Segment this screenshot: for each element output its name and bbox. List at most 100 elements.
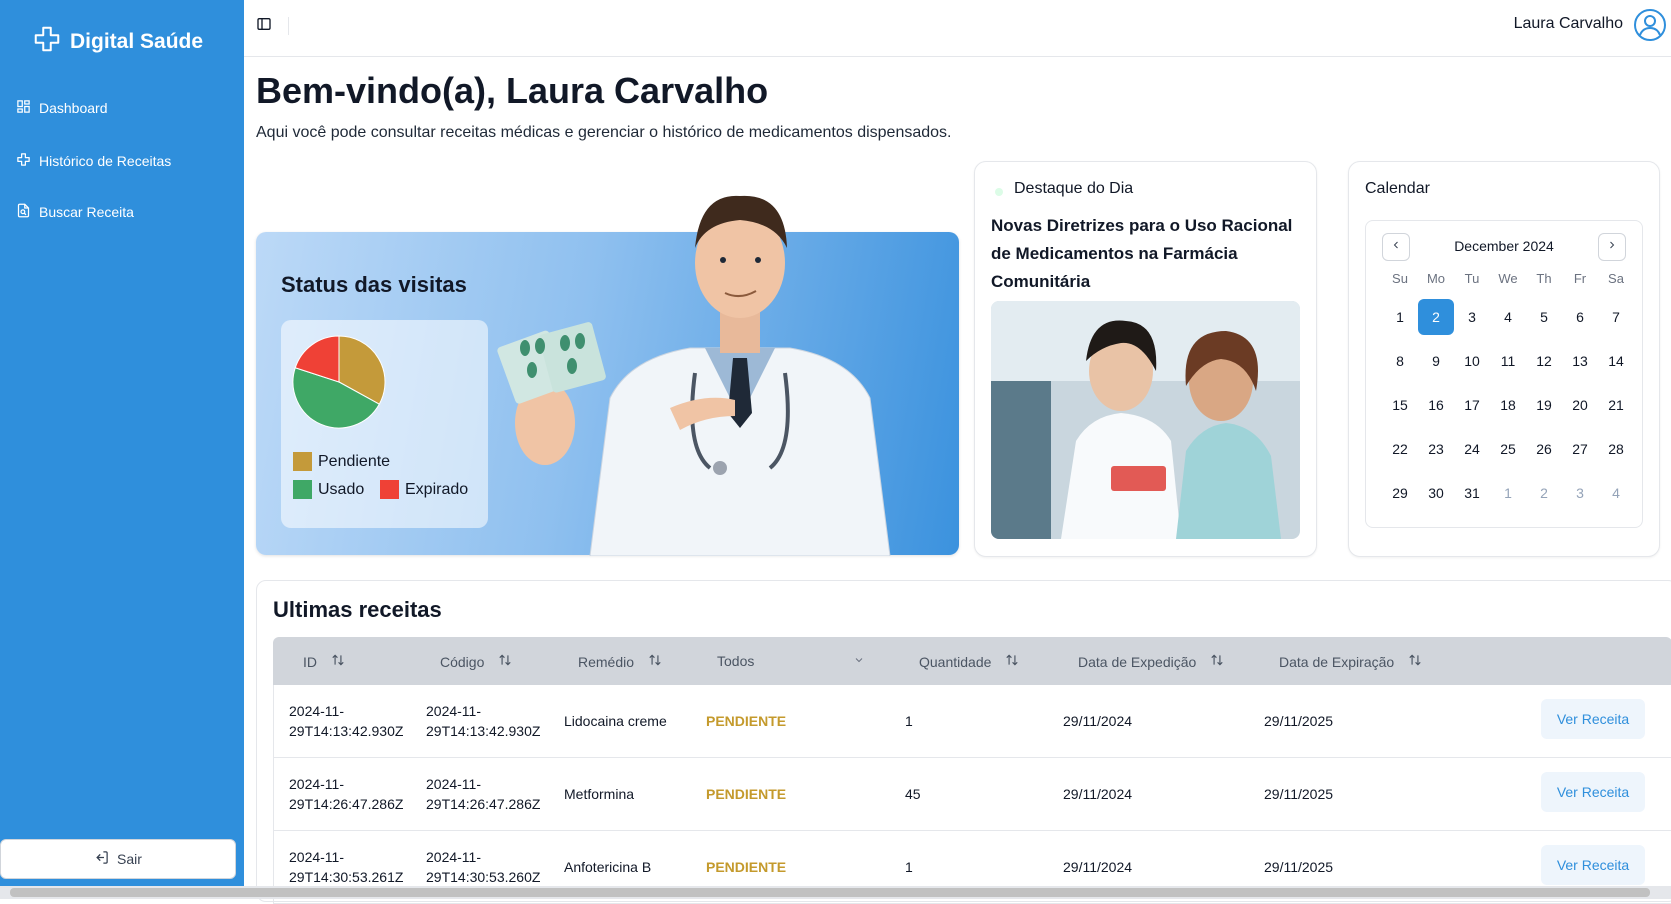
calendar-grid: Su Mo Tu We Th Fr Sa 1 2 3 4 5 6 7 8 9 10 11 12 13 14 15 16 17 1… xyxy=(1382,271,1634,511)
brand-name: Digital Saúde xyxy=(70,29,204,53)
legend-label: Expirado xyxy=(405,480,469,498)
weekday-label: Su xyxy=(1392,271,1408,286)
table-row: 2024-11- 29T14:26:47.286Z 2024-11- 29T14:2… xyxy=(273,758,1671,831)
chevron-down-icon xyxy=(853,653,865,669)
legend-label: Usado xyxy=(318,480,365,498)
grid-icon xyxy=(16,99,31,117)
calendar-day[interactable]: 11 xyxy=(1490,343,1526,379)
scrollbar-thumb[interactable] xyxy=(10,888,1650,897)
user-avatar-icon[interactable] xyxy=(1633,8,1667,42)
calendar-day[interactable]: 10 xyxy=(1454,343,1490,379)
legend-item-pendiente: Pendiente xyxy=(293,452,390,471)
sidebar: Digital Saúde Dashboard Histórico de Rec… xyxy=(0,0,244,886)
calendar-day[interactable]: 5 xyxy=(1526,299,1562,335)
calendar-day[interactable]: 4 xyxy=(1598,475,1634,511)
logout-button[interactable]: Sair xyxy=(0,839,236,879)
status-badge: PENDIENTE xyxy=(706,713,787,729)
logout-icon xyxy=(94,850,109,868)
calendar-day[interactable]: 4 xyxy=(1490,299,1526,335)
calendar-day[interactable]: 23 xyxy=(1418,431,1454,467)
highlight-title[interactable]: Novas Diretrizes para o Uso Racional de … xyxy=(991,212,1301,296)
cell-issued: 29/11/2024 xyxy=(1063,859,1133,875)
calendar-day[interactable]: 3 xyxy=(1454,299,1490,335)
calendar-day[interactable]: 19 xyxy=(1526,387,1562,423)
calendar-day[interactable]: 24 xyxy=(1454,431,1490,467)
calendar-day[interactable]: 20 xyxy=(1562,387,1598,423)
column-header-codigo[interactable]: Código xyxy=(440,653,512,670)
legend-label: Pendiente xyxy=(318,452,391,470)
calendar-day[interactable]: 16 xyxy=(1418,387,1454,423)
calendar-day[interactable]: 12 xyxy=(1526,343,1562,379)
calendar-day[interactable]: 7 xyxy=(1598,299,1634,335)
brand[interactable]: Digital Saúde xyxy=(32,24,203,59)
calendar-day[interactable]: 8 xyxy=(1382,343,1418,379)
calendar-day[interactable]: 30 xyxy=(1418,475,1454,511)
calendar-day[interactable]: 2 xyxy=(1526,475,1562,511)
column-label: Quantidade xyxy=(919,653,992,670)
column-header-quantidade[interactable]: Quantidade xyxy=(919,653,1019,670)
column-label: Data de Expedição xyxy=(1078,653,1197,670)
calendar-day[interactable]: 22 xyxy=(1382,431,1418,467)
sidebar-item-historico[interactable]: Histórico de Receitas xyxy=(16,152,171,170)
sidebar-item-dashboard[interactable]: Dashboard xyxy=(16,99,108,117)
cell-remedy: Metformina xyxy=(564,786,635,802)
calendar-day[interactable]: 31 xyxy=(1454,475,1490,511)
cell-quantity: 1 xyxy=(905,713,913,729)
weekday-label: Mo xyxy=(1426,271,1446,286)
calendar-day[interactable]: 28 xyxy=(1598,431,1634,467)
weekday-label: We xyxy=(1498,271,1518,286)
legend-item-expirado: Expirado xyxy=(380,480,468,499)
calendar-day[interactable]: 2 xyxy=(1418,299,1454,335)
weekday-label: Tu xyxy=(1464,271,1480,286)
cell-quantity: 1 xyxy=(905,859,913,875)
calendar-title: Calendar xyxy=(1365,180,1430,197)
calendar-day[interactable]: 26 xyxy=(1526,431,1562,467)
column-header-data-expiracao[interactable]: Data de Expiração xyxy=(1279,653,1422,670)
column-label: Código xyxy=(440,653,485,670)
cell-id: 2024-11- 29T14:13:42.930Z xyxy=(289,703,404,739)
calendar-day[interactable]: 18 xyxy=(1490,387,1526,423)
calendar-day[interactable]: 27 xyxy=(1562,431,1598,467)
calendar-day[interactable]: 13 xyxy=(1562,343,1598,379)
cell-code: 2024-11- 29T14:30:53.260Z xyxy=(426,849,541,885)
sidebar-toggle-icon[interactable] xyxy=(256,16,278,38)
column-header-id[interactable]: ID xyxy=(303,653,345,670)
calendar-day[interactable]: 1 xyxy=(1490,475,1526,511)
view-receipt-button[interactable]: Ver Receita xyxy=(1541,699,1645,739)
calendar-day[interactable]: 9 xyxy=(1418,343,1454,379)
view-receipt-button[interactable]: Ver Receita xyxy=(1541,772,1645,812)
top-bar: Laura Carvalho xyxy=(244,0,1671,57)
calendar-day[interactable]: 21 xyxy=(1598,387,1634,423)
status-filter-dropdown[interactable]: Todos xyxy=(717,653,865,669)
highlight-label: Destaque do Dia xyxy=(1014,180,1134,197)
cell-expires: 29/11/2025 xyxy=(1264,786,1334,802)
column-header-remedio[interactable]: Remédio xyxy=(578,653,662,670)
calendar-day[interactable]: 3 xyxy=(1562,475,1598,511)
calendar-day[interactable]: 14 xyxy=(1598,343,1634,379)
sort-icon xyxy=(331,653,345,670)
cell-expires: 29/11/2025 xyxy=(1264,713,1334,729)
next-month-button[interactable] xyxy=(1598,233,1626,261)
calendar-day[interactable]: 25 xyxy=(1490,431,1526,467)
weekday-label: Sa xyxy=(1608,271,1624,286)
calendar-day[interactable]: 15 xyxy=(1382,387,1418,423)
chevron-right-icon xyxy=(1606,238,1618,256)
receipts-panel: Ultimas receitas ID Código Remédio Todos… xyxy=(256,580,1671,904)
cell-issued: 29/11/2024 xyxy=(1063,786,1133,802)
highlight-card[interactable]: Destaque do Dia Novas Diretrizes para o … xyxy=(974,161,1317,557)
divider xyxy=(288,17,289,35)
cell-remedy: Anfotericina B xyxy=(564,859,652,875)
calendar-day[interactable]: 17 xyxy=(1454,387,1490,423)
calendar-day[interactable]: 6 xyxy=(1562,299,1598,335)
status-dot xyxy=(995,188,1003,196)
view-receipt-button[interactable]: Ver Receita xyxy=(1541,845,1645,885)
table-header: ID Código Remédio Todos Quantidade Data … xyxy=(273,637,1671,685)
sidebar-item-label: Buscar Receita xyxy=(39,204,134,220)
sidebar-item-buscar[interactable]: Buscar Receita xyxy=(16,203,134,221)
column-header-data-expedicao[interactable]: Data de Expedição xyxy=(1078,653,1224,670)
cell-id: 2024-11- 29T14:30:53.261Z xyxy=(289,849,404,885)
cell-id: 2024-11- 29T14:26:47.286Z xyxy=(289,776,404,812)
calendar-day[interactable]: 1 xyxy=(1382,299,1418,335)
calendar-day[interactable]: 29 xyxy=(1382,475,1418,511)
document-search-icon xyxy=(16,203,31,221)
